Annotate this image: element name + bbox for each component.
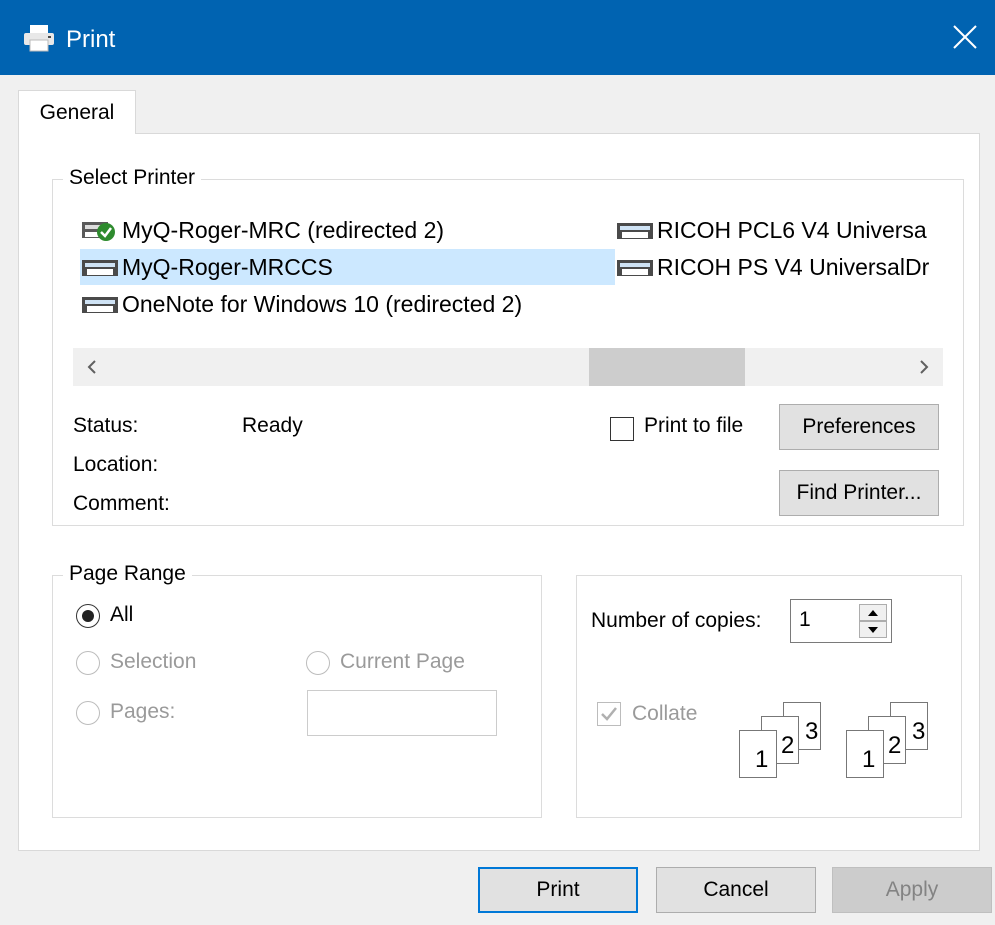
close-icon: [953, 25, 977, 49]
current-page-radio[interactable]: [306, 651, 330, 675]
printer-icon: [617, 260, 653, 276]
scroll-right-button[interactable]: [905, 348, 943, 386]
current-page-label: Current Page: [340, 650, 465, 673]
cancel-button[interactable]: Cancel: [656, 867, 816, 913]
printer-list-scrollbar[interactable]: [73, 348, 943, 386]
copies-up-button[interactable]: [859, 604, 887, 621]
page-range-legend: Page Range: [63, 562, 192, 586]
printer-item-ricoh-ps[interactable]: RICOH PS V4 UniversalDr: [615, 249, 945, 285]
print-to-file-checkbox[interactable]: [610, 417, 634, 441]
pages-label: Pages:: [110, 700, 176, 723]
copies-spinner[interactable]: 1: [790, 599, 892, 643]
print-to-file-label: Print to file: [644, 414, 744, 437]
selection-label: Selection: [110, 650, 197, 673]
printer-default-icon: [82, 222, 115, 241]
printer-name: OneNote for Windows 10 (redirected 2): [122, 291, 523, 317]
printer-name: RICOH PCL6 V4 Universa: [657, 217, 927, 243]
selection-radio[interactable]: [76, 651, 100, 675]
find-printer-button[interactable]: Find Printer...: [779, 470, 939, 516]
collate-illustration-1: 3 2 1: [735, 702, 835, 778]
status-label: Status:: [73, 414, 139, 437]
printer-name: MyQ-Roger-MRCCS: [122, 254, 333, 280]
copies-down-button[interactable]: [859, 621, 887, 638]
collate-checkbox[interactable]: [597, 702, 621, 726]
printer-icon: [22, 24, 56, 52]
chevron-right-icon: [920, 360, 929, 374]
select-printer-legend: Select Printer: [63, 166, 202, 190]
arrow-up-icon: [868, 610, 878, 616]
copies-value[interactable]: 1: [799, 608, 811, 632]
all-radio[interactable]: [76, 604, 100, 628]
comment-label: Comment:: [73, 492, 170, 515]
printer-name: RICOH PS V4 UniversalDr: [657, 254, 930, 280]
copies-label: Number of copies:: [591, 609, 762, 632]
window-title: Print: [66, 26, 116, 53]
all-label: All: [110, 603, 134, 626]
preferences-button[interactable]: Preferences: [779, 404, 939, 450]
printer-name: MyQ-Roger-MRC (redirected 2): [122, 217, 445, 243]
close-button[interactable]: [935, 0, 995, 75]
checkmark-icon: [601, 707, 617, 721]
title-bar: Print: [0, 0, 995, 75]
printer-item-ricoh-pcl6[interactable]: RICOH PCL6 V4 Universa: [615, 212, 945, 248]
pages-input[interactable]: [307, 690, 497, 736]
printer-item-myq-roger-mrc[interactable]: MyQ-Roger-MRC (redirected 2): [80, 212, 615, 248]
printer-item-onenote[interactable]: OneNote for Windows 10 (redirected 2): [80, 286, 615, 322]
printer-item-myq-roger-mrccs[interactable]: MyQ-Roger-MRCCS: [80, 249, 615, 285]
apply-button[interactable]: Apply: [832, 867, 992, 913]
scroll-left-button[interactable]: [73, 348, 111, 386]
printer-icon: [82, 297, 118, 313]
scrollbar-thumb[interactable]: [589, 348, 745, 386]
arrow-down-icon: [868, 627, 878, 633]
pages-radio[interactable]: [76, 701, 100, 725]
tab-general[interactable]: General: [18, 90, 136, 134]
location-label: Location:: [73, 453, 159, 476]
chevron-left-icon: [87, 360, 96, 374]
print-button[interactable]: Print: [478, 867, 638, 913]
collate-label: Collate: [632, 702, 698, 725]
collate-illustration-2: 3 2 1: [842, 702, 942, 778]
status-value: Ready: [242, 414, 303, 437]
printer-icon: [617, 223, 653, 239]
printer-icon: [82, 260, 118, 276]
